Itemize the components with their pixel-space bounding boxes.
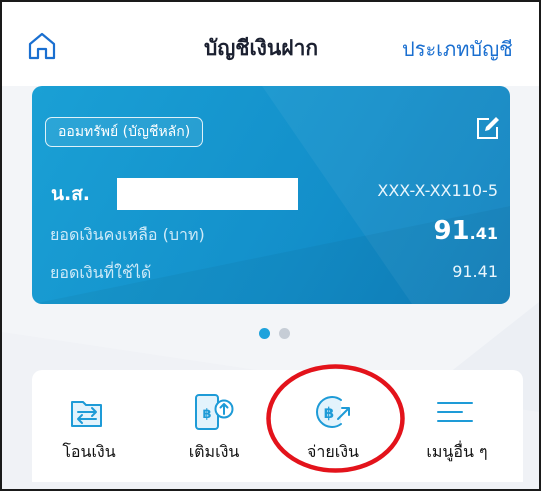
more-menu-icon (437, 402, 473, 422)
edit-icon[interactable] (474, 114, 502, 142)
available-value: 91.41 (452, 262, 498, 281)
balance-label: ยอดเงินคงเหลือ (บาท) (50, 225, 205, 244)
topup-icon: ฿ (195, 394, 234, 430)
menu-label-topup: เติมเงิน (188, 442, 240, 461)
balance-decimal: .41 (469, 224, 498, 243)
account-badge: ออมทรัพย์ (บัญชีหลัก) (45, 117, 204, 147)
svg-text:฿: ฿ (202, 407, 211, 422)
account-number: XXX-X-XX110-5 (377, 181, 498, 200)
home-icon[interactable] (24, 28, 60, 64)
page-dot-active[interactable] (259, 328, 270, 339)
transfer-icon (71, 401, 102, 427)
account-type-link[interactable]: ประเภทบัญชี (402, 33, 513, 65)
menu-item-topup[interactable]: ฿ เติมเงิน (159, 370, 269, 482)
balance-value: 91.41 (433, 216, 498, 246)
header: บัญชีเงินฝาก ประเภทบัญชี (2, 2, 539, 86)
page-dot[interactable] (279, 328, 290, 339)
menu-label-transfer: โอนเงิน (62, 442, 116, 461)
balance-integer: 91 (433, 216, 470, 246)
page-indicator (259, 328, 299, 340)
menu-item-transfer[interactable]: โอนเงิน (34, 370, 144, 482)
account-holder-name: น.ส. (51, 183, 91, 205)
menu-label-more: เมนูอื่น ๆ (426, 442, 488, 461)
highlight-circle (266, 364, 405, 473)
app-screen: บัญชีเงินฝาก ประเภทบัญชี ออมทรัพย์ (บัญช… (0, 0, 541, 491)
name-redaction (117, 178, 298, 210)
menu-item-more[interactable]: เมนูอื่น ๆ (402, 370, 512, 482)
page-title: บัญชีเงินฝาก (204, 36, 319, 60)
available-label: ยอดเงินที่ใช้ได้ (50, 263, 152, 282)
account-card[interactable]: ออมทรัพย์ (บัญชีหลัก) น.ส. XXX-X-XX110-5… (32, 86, 510, 304)
